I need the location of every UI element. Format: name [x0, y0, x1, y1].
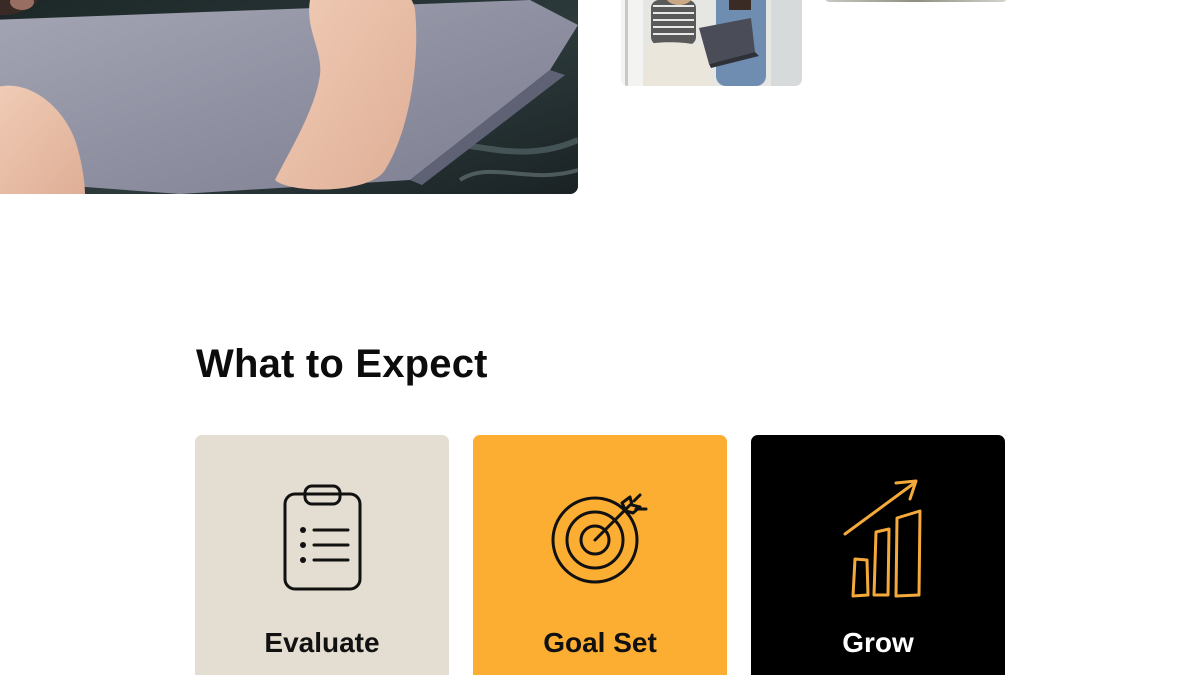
card-label-evaluate: Evaluate — [264, 627, 380, 658]
growth-chart-icon — [818, 471, 938, 611]
card-goal-set: Goal Set — [473, 435, 727, 675]
card-label-goal-set: Goal Set — [543, 627, 657, 658]
hero-photo-main — [0, 0, 578, 194]
card-grow: Grow — [751, 435, 1005, 675]
laptop-hands-photo — [0, 0, 578, 194]
hero-photo-small — [621, 0, 802, 86]
expect-cards: Evaluate Goal Set Grow — [195, 435, 1005, 675]
card-evaluate: Evaluate — [195, 435, 449, 675]
clipboard-list-icon — [262, 471, 382, 611]
target-arrow-icon — [540, 471, 660, 611]
page: What to Expect Evaluate Goal Set Grow — [0, 0, 1200, 675]
two-people-with-laptop-photo — [621, 0, 802, 86]
section-title: What to Expect — [196, 342, 488, 386]
card-label-grow: Grow — [842, 627, 914, 658]
hero-photo-third — [824, 0, 1008, 2]
